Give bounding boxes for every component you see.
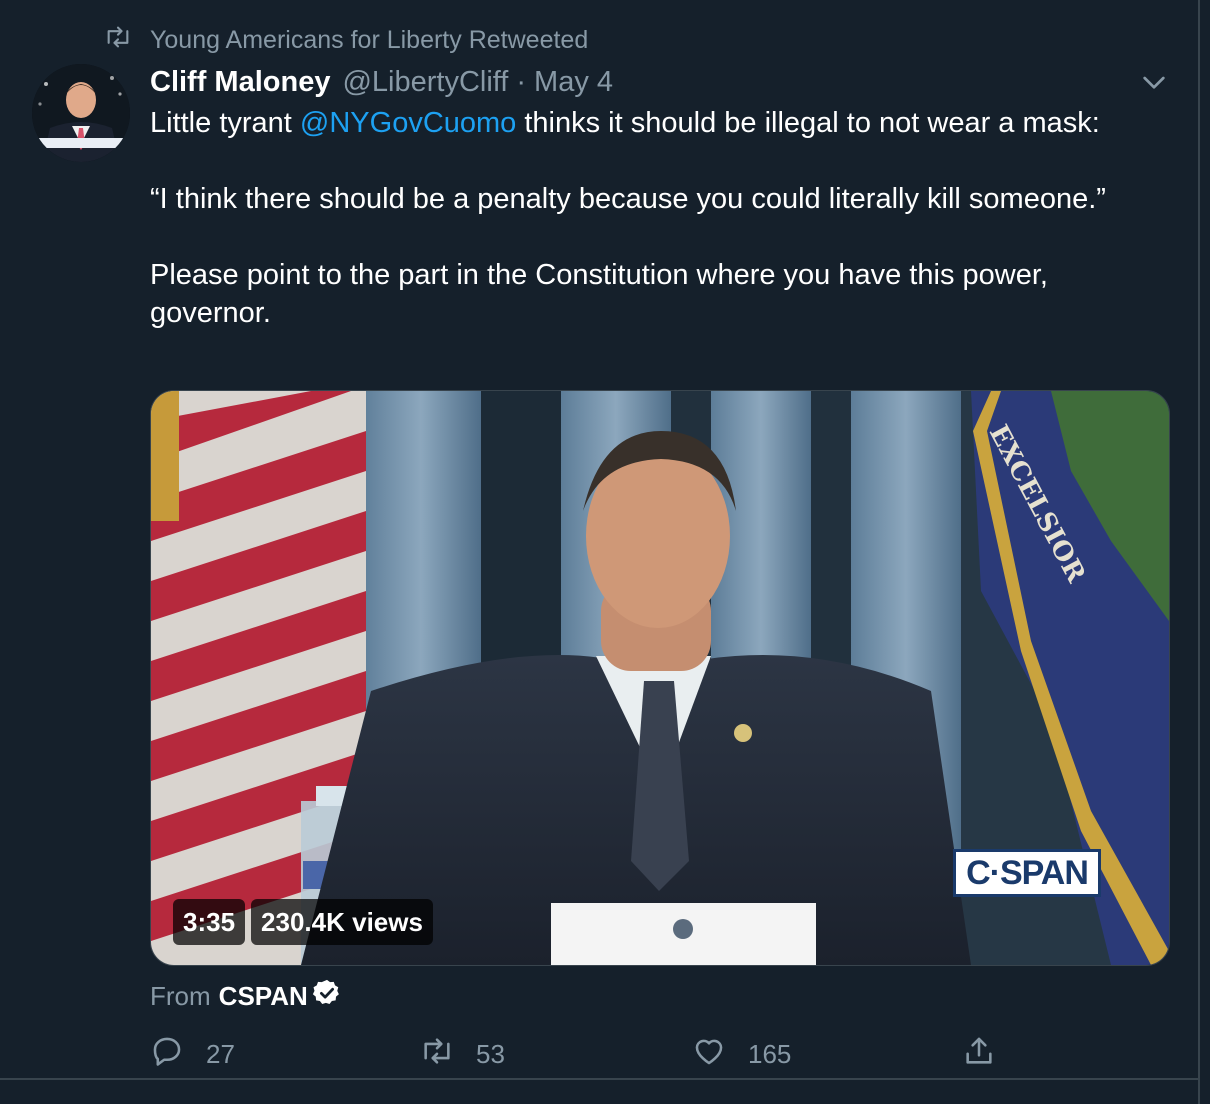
share-icon [962, 1034, 1018, 1075]
tweet-text: Little tyrant @NYGovCuomo thinks it shou… [150, 104, 1170, 332]
tweet-quote: “I think there should be a penalty becau… [150, 183, 1106, 215]
chevron-down-icon[interactable] [1138, 66, 1170, 98]
retweet-button[interactable]: 53 [420, 1032, 505, 1076]
reply-count: 27 [206, 1038, 235, 1069]
heart-icon [692, 1034, 748, 1075]
reply-button[interactable]: 27 [150, 1032, 235, 1076]
share-button[interactable] [962, 1032, 1018, 1076]
reply-icon [150, 1034, 206, 1075]
like-button[interactable]: 165 [692, 1032, 791, 1076]
video-info: 3:35 230.4K views [173, 899, 433, 945]
source-prefix: From [150, 980, 211, 1011]
retweeted-by-indicator[interactable]: Young Americans for Liberty Retweeted [104, 24, 588, 56]
retweet-icon [104, 23, 132, 58]
verified-badge-icon [308, 978, 342, 1015]
cspan-logo: C·SPAN [953, 849, 1101, 897]
retweet-icon [420, 1034, 476, 1075]
retweet-count: 53 [476, 1038, 505, 1069]
media-source: From CSPAN [150, 978, 342, 1014]
tweet-line-1: Little tyrant @NYGovCuomo thinks it shou… [150, 107, 1100, 139]
tweet-closing: Please point to the part in the Constitu… [150, 259, 1048, 329]
like-count: 165 [748, 1038, 792, 1069]
video-player[interactable]: EXCELSIOR C·SPAN 3:35 230.4K views [150, 390, 1170, 966]
tweet-actions: 27 53 165 [150, 1032, 1010, 1076]
right-border [1198, 0, 1200, 1104]
video-duration: 3:35 [173, 899, 246, 945]
tweet-card[interactable]: Young Americans for Liberty Retweeted Cl… [0, 0, 1198, 1080]
header-separator: · [516, 65, 527, 98]
retweeted-by-label: Young Americans for Liberty Retweeted [150, 25, 589, 54]
mention-link[interactable]: @NYGovCuomo [300, 107, 516, 139]
author-name[interactable]: Cliff Maloney [150, 66, 330, 99]
avatar[interactable] [32, 64, 130, 162]
tweet-date[interactable]: May 4 [534, 66, 613, 99]
author-handle[interactable]: @LibertyCliff [342, 66, 508, 99]
source-account[interactable]: CSPAN [219, 981, 308, 1012]
video-view-count: 230.4K views [251, 899, 433, 945]
tweet-header: Cliff Maloney @LibertyCliff · May 4 [150, 62, 613, 102]
